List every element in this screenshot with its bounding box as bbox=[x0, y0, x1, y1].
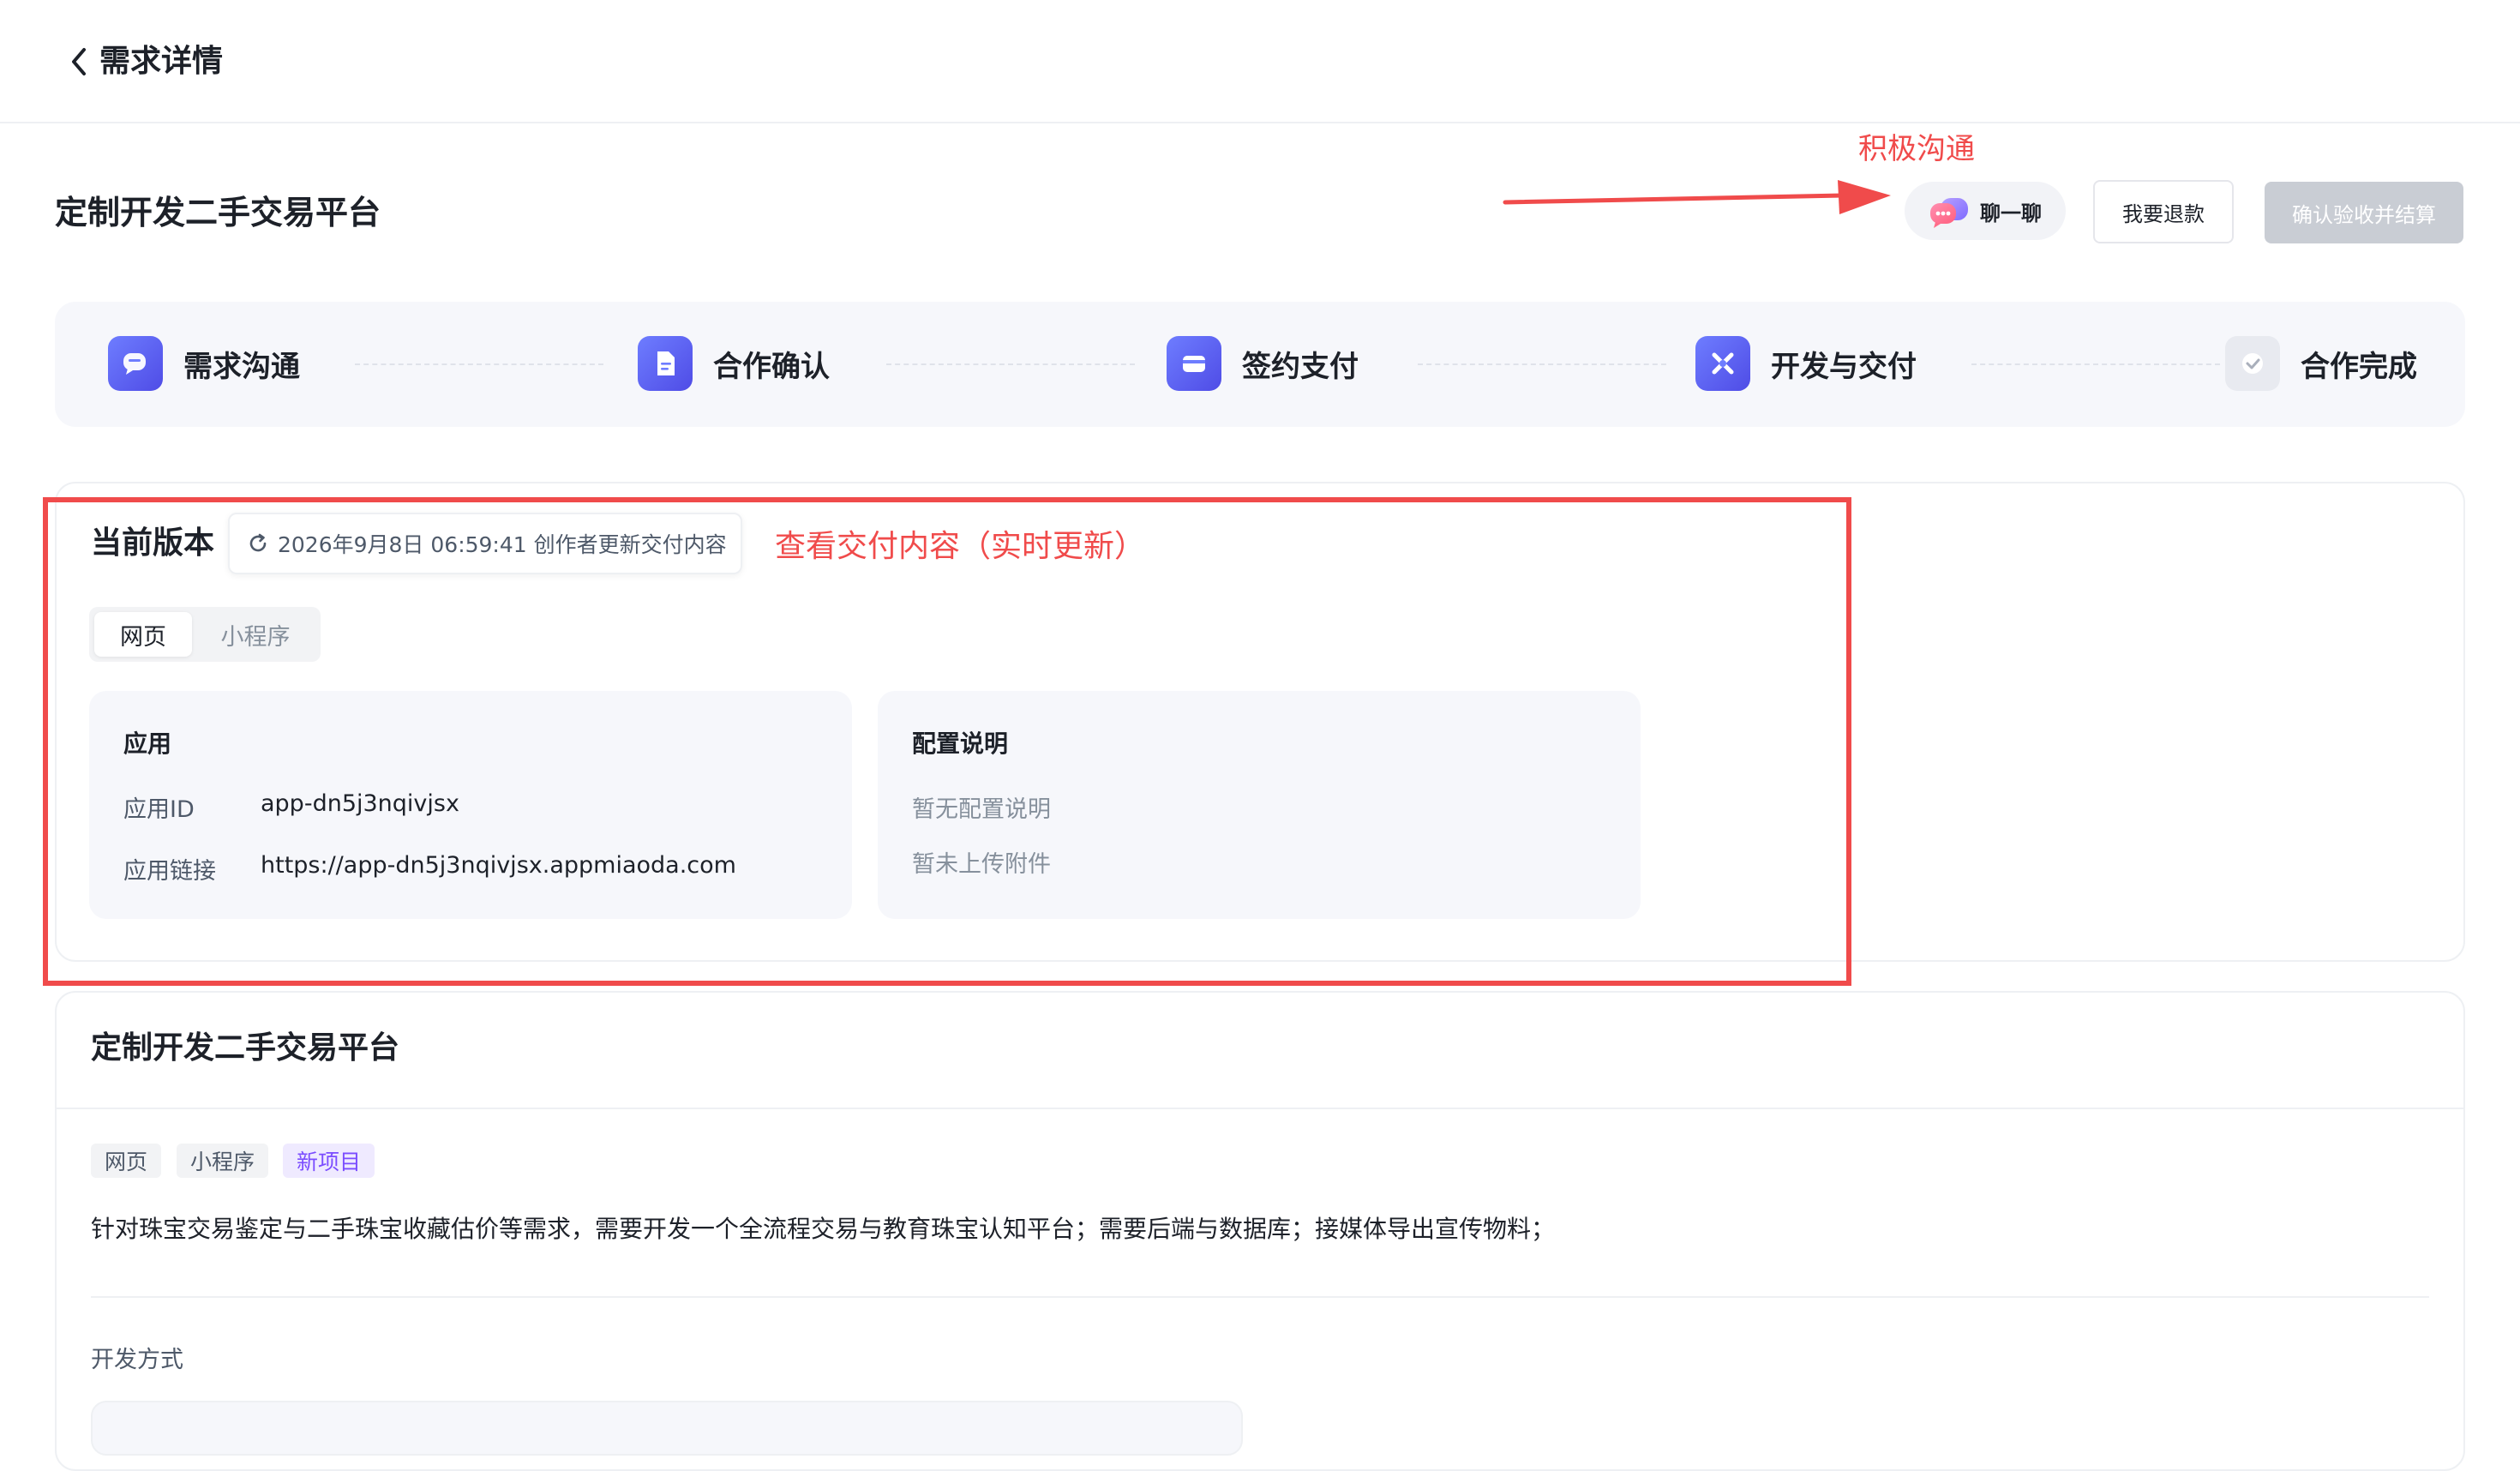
no-attachment-text: 暂未上传附件 bbox=[912, 851, 1051, 878]
step-requirement: 需求沟通 bbox=[108, 336, 300, 391]
step-divider bbox=[1971, 363, 2220, 365]
no-config-text: 暂无配置说明 bbox=[912, 796, 1051, 823]
app-link-label: 应用链接 bbox=[123, 858, 216, 885]
version-title: 当前版本 bbox=[91, 525, 215, 561]
confirm-settle-button[interactable]: 确认验收并结算 bbox=[2265, 182, 2463, 243]
step-divider bbox=[1418, 363, 1666, 365]
tab-web[interactable]: 网页 bbox=[94, 612, 192, 657]
page-title: 定制开发二手交易平台 bbox=[55, 194, 381, 231]
update-status: 2026年9月8日 06:59:41 创作者更新交付内容 bbox=[228, 513, 742, 574]
app-link[interactable]: https://app-dn5j3nqivjsx.appmiaoda.com bbox=[261, 852, 736, 879]
divider bbox=[91, 1296, 2429, 1298]
chat-icon bbox=[108, 336, 163, 391]
platform-tabs: 网页 小程序 bbox=[89, 607, 321, 662]
dev-method-box bbox=[91, 1401, 1243, 1456]
step-confirm: 合作确认 bbox=[638, 336, 830, 391]
step-label: 签约支付 bbox=[1242, 349, 1359, 384]
top-bar bbox=[0, 0, 2520, 123]
chat-button-label: 聊一聊 bbox=[1980, 201, 2042, 225]
app-card-title: 应用 bbox=[123, 729, 172, 758]
annotation-communicate: 积极沟通 bbox=[1858, 132, 1975, 166]
tools-icon bbox=[1695, 336, 1750, 391]
step-divider bbox=[355, 363, 603, 365]
step-label: 合作确认 bbox=[713, 349, 830, 384]
step-complete: 合作完成 bbox=[2225, 336, 2417, 391]
app-id-value: app-dn5j3nqivjsx bbox=[261, 790, 459, 817]
tag-new-project: 新项目 bbox=[283, 1144, 375, 1178]
check-icon bbox=[2225, 336, 2280, 391]
step-label: 开发与交付 bbox=[1771, 349, 1917, 384]
project-title: 定制开发二手交易平台 bbox=[91, 1030, 400, 1066]
step-development: 开发与交付 bbox=[1695, 336, 1917, 391]
step-divider bbox=[886, 363, 1135, 365]
refresh-icon bbox=[249, 533, 267, 552]
chat-bubbles-icon bbox=[1930, 198, 1968, 228]
step-label: 合作完成 bbox=[2301, 349, 2417, 384]
chat-button[interactable]: 聊一聊 bbox=[1905, 182, 2066, 240]
tab-miniprogram[interactable]: 小程序 bbox=[195, 612, 315, 657]
config-card-title: 配置说明 bbox=[912, 729, 1009, 758]
annotation-view-delivery: 查看交付内容（实时更新） bbox=[775, 529, 1146, 564]
update-text: 2026年9月8日 06:59:41 创作者更新交付内容 bbox=[278, 532, 727, 557]
chevron-left-icon bbox=[72, 48, 86, 75]
tag-web: 网页 bbox=[91, 1144, 162, 1178]
dev-method-label: 开发方式 bbox=[91, 1347, 183, 1373]
project-description: 针对珠宝交易鉴定与二手珠宝收藏估价等需求，需要开发一个全流程交易与教育珠宝认知平… bbox=[91, 1215, 1556, 1243]
app-id-label: 应用ID bbox=[123, 796, 195, 823]
step-payment: 签约支付 bbox=[1167, 336, 1359, 391]
tag-miniprogram: 小程序 bbox=[177, 1144, 269, 1178]
divider bbox=[57, 1108, 2463, 1109]
back-button[interactable] bbox=[62, 41, 96, 82]
app-info-card: 应用 应用ID app-dn5j3nqivjsx 应用链接 https://ap… bbox=[89, 691, 852, 919]
refund-button[interactable]: 我要退款 bbox=[2093, 180, 2234, 243]
step-label: 需求沟通 bbox=[183, 349, 300, 384]
card-icon bbox=[1167, 336, 1221, 391]
header-title: 需求详情 bbox=[99, 44, 224, 79]
config-info-card: 配置说明 暂无配置说明 暂未上传附件 bbox=[878, 691, 1641, 919]
progress-steps: 需求沟通 合作确认 签约支付 开发与交付 合作完成 bbox=[55, 302, 2465, 427]
annotation-arrow-icon bbox=[1503, 180, 1891, 214]
document-icon bbox=[638, 336, 693, 391]
